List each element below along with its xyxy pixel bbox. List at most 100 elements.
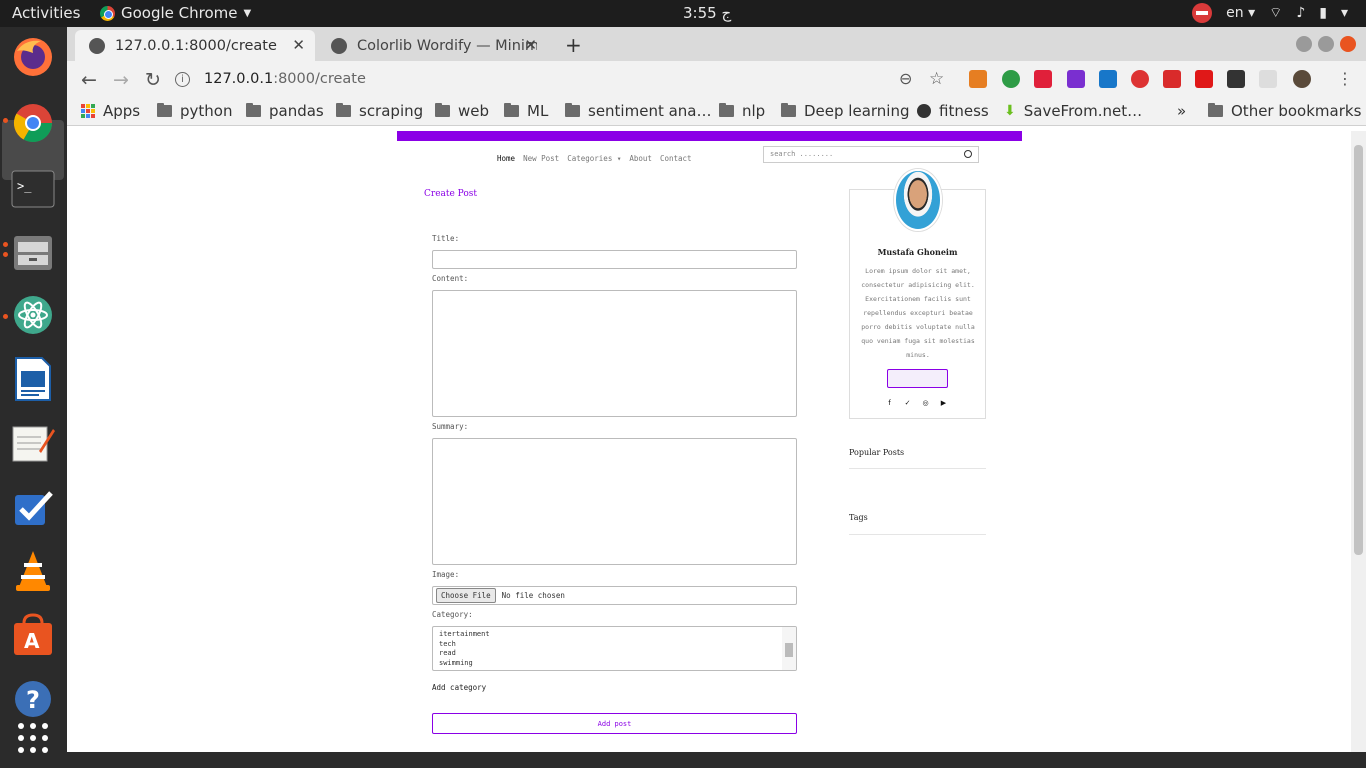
terminal-icon[interactable]: >_ (10, 166, 56, 212)
chevron-down-icon: ▼ (243, 7, 252, 19)
bookmark-deep-learning[interactable]: Deep learning (781, 102, 910, 120)
tab-create[interactable]: 127.0.0.1:8000/create ✕ (75, 30, 315, 61)
download-extension-icon[interactable] (969, 70, 987, 88)
reload-icon[interactable]: ↻ (145, 69, 161, 91)
search-icon[interactable] (964, 150, 972, 158)
text-editor-icon[interactable] (10, 420, 56, 466)
nav-about[interactable]: About (629, 154, 652, 163)
bookmark-sentiment[interactable]: sentiment ana… (565, 102, 712, 120)
nav-categories[interactable]: Categories ▾ (567, 154, 621, 163)
svg-text:A: A (24, 629, 40, 653)
tasks-checkbox-icon[interactable] (10, 486, 56, 532)
maximize-icon[interactable] (1318, 36, 1334, 52)
category-option[interactable]: swimming (439, 659, 790, 669)
wifi-icon[interactable]: ⌔ (1269, 4, 1282, 22)
close-icon[interactable]: ✕ (292, 36, 305, 54)
keyboard-layout[interactable]: en ▾ (1226, 5, 1255, 21)
address-bar[interactable]: i 127.0.0.1:8000/create (175, 65, 955, 93)
file-status: No file chosen (501, 591, 565, 600)
vlc-icon[interactable] (10, 548, 56, 594)
bookmark-star-icon[interactable]: ☆ (929, 69, 944, 89)
youtube-icon[interactable]: ▶ (940, 399, 947, 407)
category-option[interactable]: tech (439, 640, 790, 650)
globe-extension-icon[interactable] (1002, 70, 1020, 88)
libreoffice-impress-icon[interactable] (10, 356, 56, 402)
content-textarea[interactable] (432, 290, 797, 417)
page-favicon-icon (331, 37, 347, 54)
info-icon[interactable]: i (175, 71, 190, 87)
category-select[interactable]: itertainment tech read swimming (432, 626, 797, 671)
grid-extension-icon[interactable] (1259, 70, 1277, 88)
system-tray[interactable]: en ▾ ⌔ ♪ ▮ ▾ (1192, 3, 1348, 23)
title-input[interactable] (432, 250, 797, 269)
bookmark-scraping[interactable]: scraping (336, 102, 423, 120)
page-scrollbar[interactable] (1351, 131, 1366, 752)
svg-text:?: ? (26, 686, 40, 714)
profile-avatar[interactable] (1293, 70, 1311, 88)
chrome-dock-icon[interactable] (10, 100, 56, 146)
bookmark-nlp[interactable]: nlp (719, 102, 765, 120)
battery-icon[interactable]: ▮ (1319, 5, 1327, 21)
files-icon[interactable] (10, 228, 56, 274)
atom-icon[interactable] (10, 292, 56, 338)
close-window-icon[interactable] (1340, 36, 1356, 52)
instagram-icon[interactable]: ◎ (922, 399, 929, 407)
twitter-icon[interactable]: ✓ (904, 399, 911, 407)
add-post-button[interactable]: Add post (432, 713, 797, 734)
tab-colorlib[interactable]: Colorlib Wordify — Minim ✕ (317, 30, 547, 61)
firefox-icon[interactable] (10, 34, 56, 80)
globe-icon (917, 104, 931, 118)
nav-new-post[interactable]: New Post (523, 154, 559, 163)
bookmark-python[interactable]: python (157, 102, 232, 120)
arabic-extension-icon[interactable] (1195, 70, 1213, 88)
apps-grid-icon (81, 104, 95, 118)
new-tab-icon[interactable]: + (565, 33, 582, 57)
bookmarks-overflow-icon[interactable]: » (1177, 102, 1186, 120)
facebook-icon[interactable]: f (886, 399, 893, 407)
category-option[interactable]: read (439, 649, 790, 659)
running-indicator (3, 314, 8, 319)
close-icon[interactable]: ✕ (524, 36, 537, 54)
bookmark-apps[interactable]: Apps (81, 102, 140, 120)
volume-icon[interactable]: ♪ (1296, 5, 1305, 21)
add-category-link[interactable]: Add category (432, 683, 486, 692)
clock[interactable]: 3:55 ج (683, 4, 731, 22)
site-search-input[interactable]: search ........ (763, 146, 979, 163)
eyedropper-extension-icon[interactable] (1067, 70, 1085, 88)
other-bookmarks[interactable]: Other bookmarks (1208, 102, 1361, 120)
summary-textarea[interactable] (432, 438, 797, 565)
nav-contact[interactable]: Contact (660, 154, 692, 163)
bookmark-fitness[interactable]: fitness (917, 102, 989, 120)
power-menu-icon[interactable]: ▾ (1341, 5, 1348, 21)
scrollbar-thumb[interactable] (1354, 145, 1363, 555)
bookmark-pandas[interactable]: pandas (246, 102, 324, 120)
cube-extension-icon[interactable] (1227, 70, 1245, 88)
pokeball-extension-icon[interactable] (1131, 70, 1149, 88)
video-extension-icon[interactable] (1034, 70, 1052, 88)
chrome-icon (100, 5, 115, 21)
app-menu[interactable]: Google Chrome ▼ (100, 4, 251, 22)
pdf-extension-icon[interactable] (1163, 70, 1181, 88)
url-path: :8000/create (273, 71, 366, 87)
back-arrow-icon[interactable]: ← (81, 69, 97, 91)
nav-home[interactable]: Home (497, 154, 515, 163)
category-option[interactable]: itertainment (439, 630, 790, 640)
bookmark-web[interactable]: web (435, 102, 489, 120)
bookmark-ml[interactable]: ML (504, 102, 548, 120)
image-file-input[interactable]: Choose File No file chosen (432, 586, 797, 605)
zoom-icon[interactable]: ⊖ (899, 69, 912, 88)
choose-file-button[interactable]: Choose File (436, 588, 496, 603)
category-label: Category: (432, 610, 473, 619)
category-scrollbar[interactable] (782, 627, 796, 670)
read-more-button[interactable] (887, 369, 948, 388)
forward-arrow-icon[interactable]: → (113, 69, 129, 91)
divider (849, 468, 986, 469)
minimize-icon[interactable] (1296, 36, 1312, 52)
software-center-icon[interactable]: A (10, 612, 56, 658)
menu-dots-icon[interactable]: ⋮ (1337, 69, 1353, 88)
blue-extension-icon[interactable] (1099, 70, 1117, 88)
do-not-disturb-icon[interactable] (1192, 3, 1213, 23)
bookmark-savefrom[interactable]: ⬇ SaveFrom.net… (1004, 102, 1142, 120)
activities-button[interactable]: Activities (12, 4, 80, 22)
show-applications-icon[interactable] (10, 715, 56, 761)
